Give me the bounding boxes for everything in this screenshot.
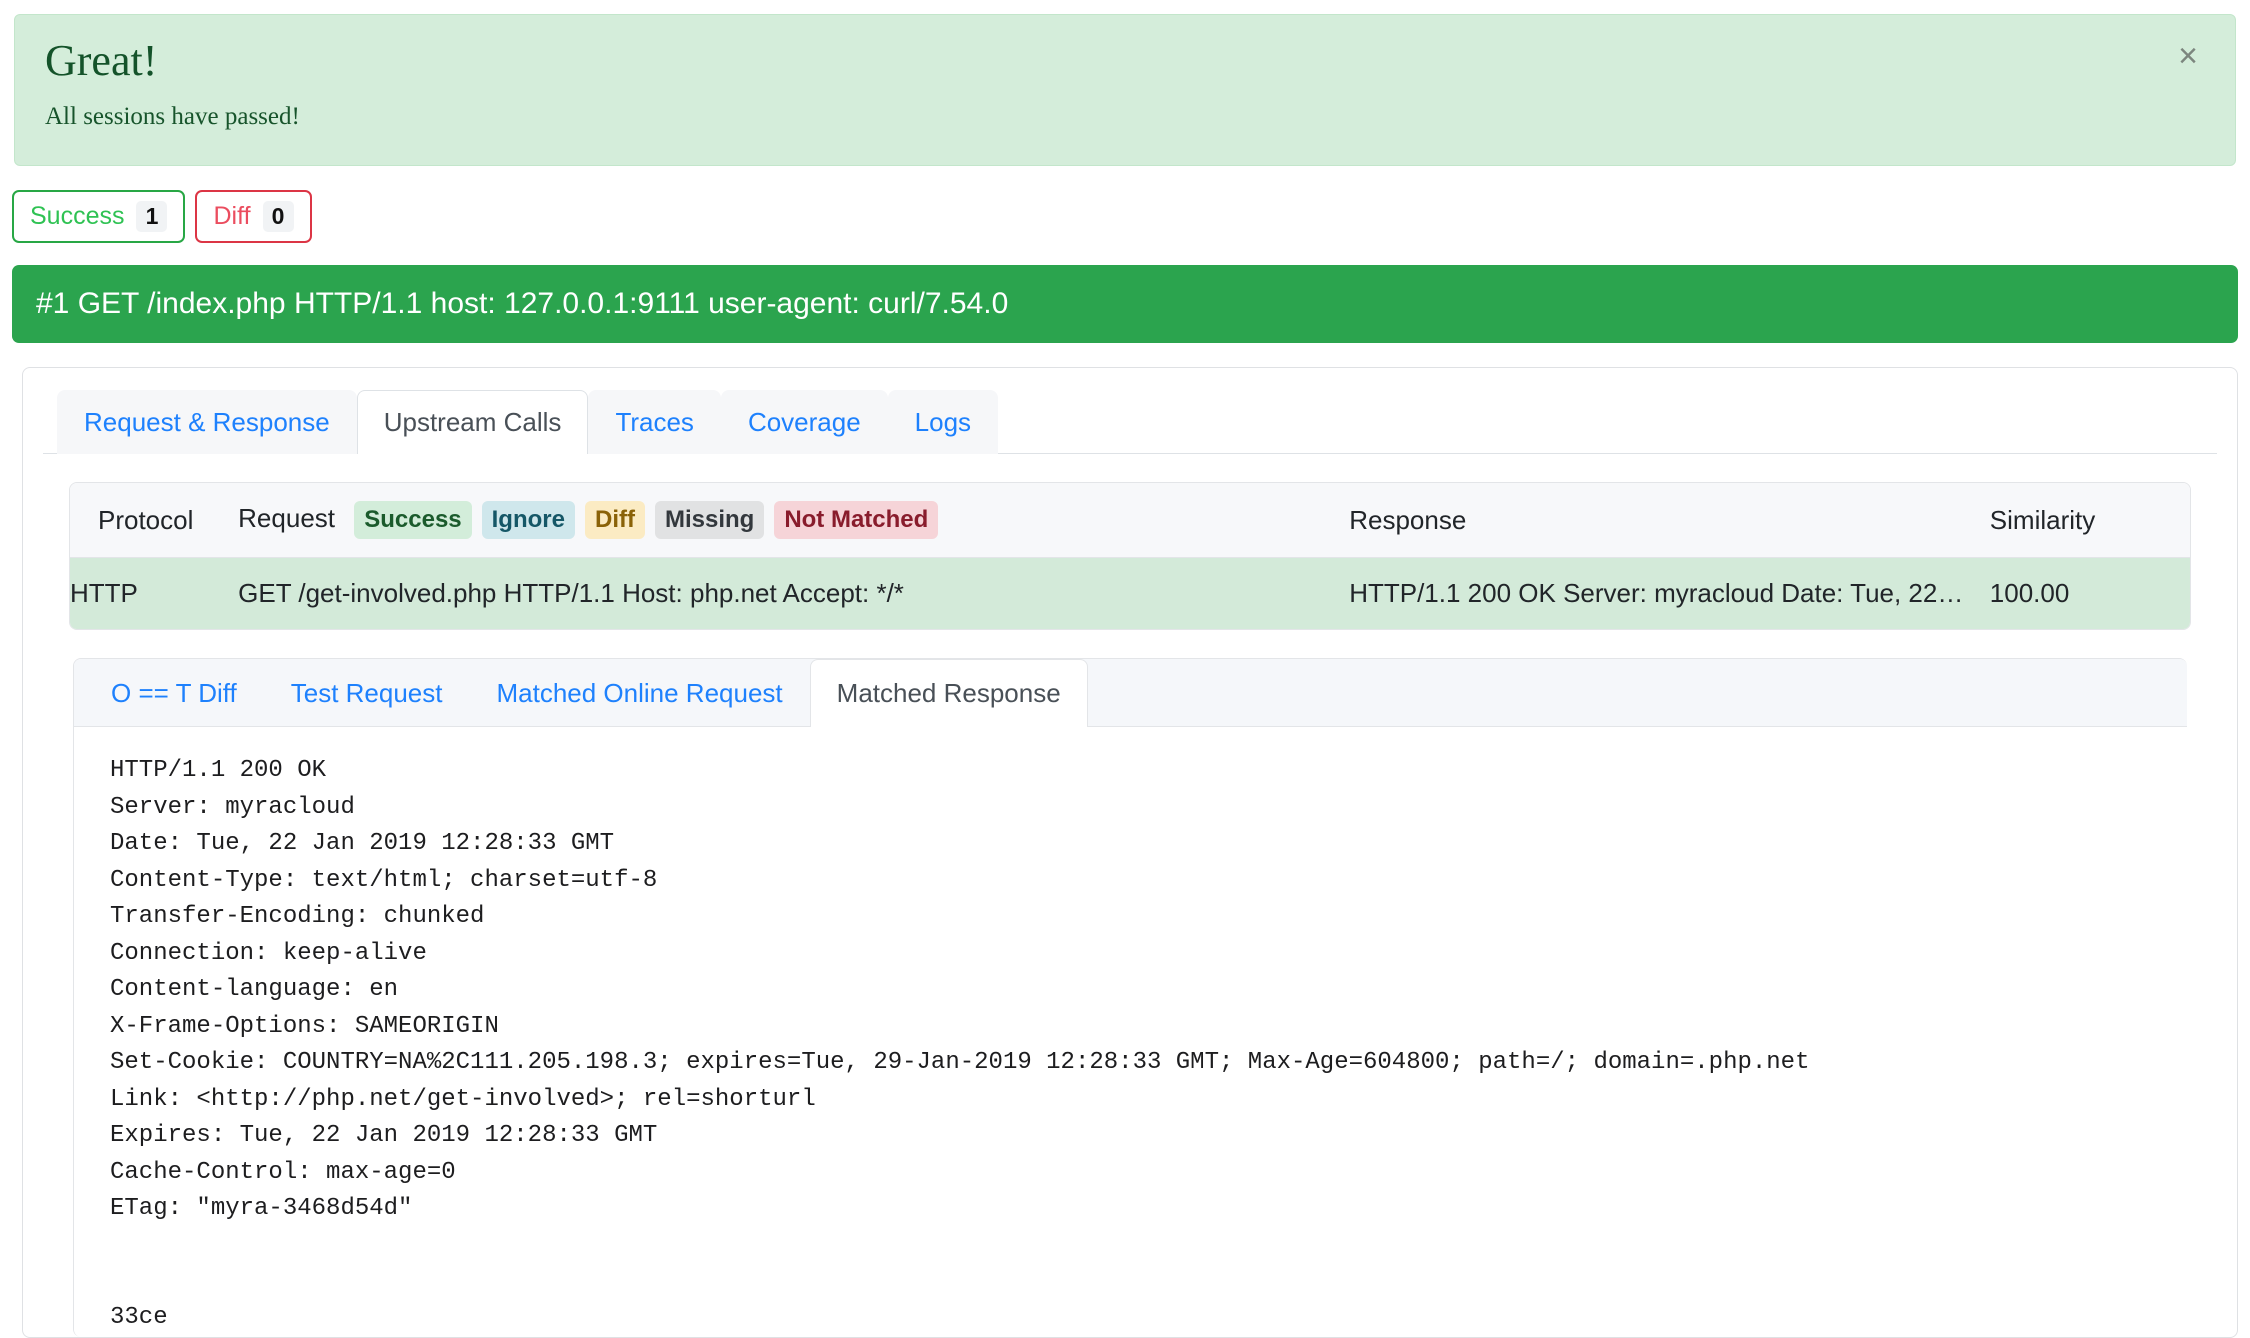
status-badge-missing[interactable]: Missing <box>654 501 765 540</box>
column-header-response: Response <box>1349 483 1990 559</box>
column-header-request-label: Request <box>238 503 335 534</box>
filter-success-button[interactable]: Success 1 <box>12 190 186 243</box>
session-detail-card: Request & Response Upstream Calls Traces… <box>22 367 2238 1338</box>
tab-request-response[interactable]: Request & Response <box>57 390 357 455</box>
table-row[interactable]: HTTP GET /get-involved.php HTTP/1.1 Host… <box>70 557 2190 630</box>
cell-response: HTTP/1.1 200 OK Server: myracloud Date: … <box>1349 557 1990 630</box>
status-legend: Success Ignore Diff Missing Not Matched <box>354 501 939 540</box>
card-inner: Request & Response Upstream Calls Traces… <box>23 368 2237 1337</box>
cell-request[interactable]: GET /get-involved.php HTTP/1.1 Host: php… <box>238 557 1350 630</box>
filter-success-count: 1 <box>136 201 168 232</box>
status-badge-diff[interactable]: Diff <box>584 501 645 540</box>
subtab-matched-online-request[interactable]: Matched Online Request <box>469 659 809 727</box>
success-alert: Great! All sessions have passed! × <box>14 14 2236 166</box>
cell-protocol[interactable]: HTTP <box>70 557 239 630</box>
filter-pill-row: Success 1 Diff 0 <box>12 190 2250 243</box>
alert-message: All sessions have passed! <box>45 103 300 131</box>
matched-response-body: HTTP/1.1 200 OK Server: myracloud Date: … <box>110 757 1810 1332</box>
filter-diff-count: 0 <box>262 201 294 232</box>
filter-success-label: Success <box>30 202 125 230</box>
detail-tab-strip: O == T Diff Test Request Matched Online … <box>74 659 2187 728</box>
call-detail-panel: O == T Diff Test Request Matched Online … <box>73 658 2187 1337</box>
subtab-matched-response[interactable]: Matched Response <box>809 659 1088 728</box>
matched-response-pane: HTTP/1.1 200 OK Server: myracloud Date: … <box>74 727 2187 1337</box>
column-header-protocol: Protocol <box>70 483 239 559</box>
filter-diff-button[interactable]: Diff 0 <box>195 190 312 243</box>
column-header-request: Request Success Ignore Diff Missing Not … <box>238 483 1350 559</box>
main-tab-strip: Request & Response Upstream Calls Traces… <box>43 390 2217 455</box>
tab-logs[interactable]: Logs <box>887 390 999 455</box>
subtab-test-request[interactable]: Test Request <box>264 659 470 727</box>
upstream-calls-table-card: Protocol Request Success Ignore Diff Mis… <box>69 482 2191 631</box>
alert-heading: Great! <box>45 36 158 85</box>
session-header[interactable]: #1 GET /index.php HTTP/1.1 host: 127.0.0… <box>12 265 2238 343</box>
cell-similarity: 100.00 <box>1989 557 2190 630</box>
table-head: Protocol Request Success Ignore Diff Mis… <box>70 483 2190 559</box>
column-header-similarity: Similarity <box>1989 483 2190 559</box>
close-icon[interactable]: × <box>2169 37 2207 75</box>
status-badge-ignore[interactable]: Ignore <box>481 501 575 540</box>
status-badge-not-matched[interactable]: Not Matched <box>774 501 939 540</box>
table-header-row: Protocol Request Success Ignore Diff Mis… <box>70 483 2190 559</box>
status-badge-success[interactable]: Success <box>354 501 472 540</box>
tab-traces[interactable]: Traces <box>588 390 721 455</box>
table-body: HTTP GET /get-involved.php HTTP/1.1 Host… <box>70 557 2190 630</box>
tab-coverage[interactable]: Coverage <box>720 390 888 455</box>
filter-diff-label: Diff <box>213 202 251 230</box>
upstream-calls-table: Protocol Request Success Ignore Diff Mis… <box>70 483 2190 630</box>
subtab-ot-diff[interactable]: O == T Diff <box>84 659 264 727</box>
tab-upstream-calls[interactable]: Upstream Calls <box>356 390 589 455</box>
